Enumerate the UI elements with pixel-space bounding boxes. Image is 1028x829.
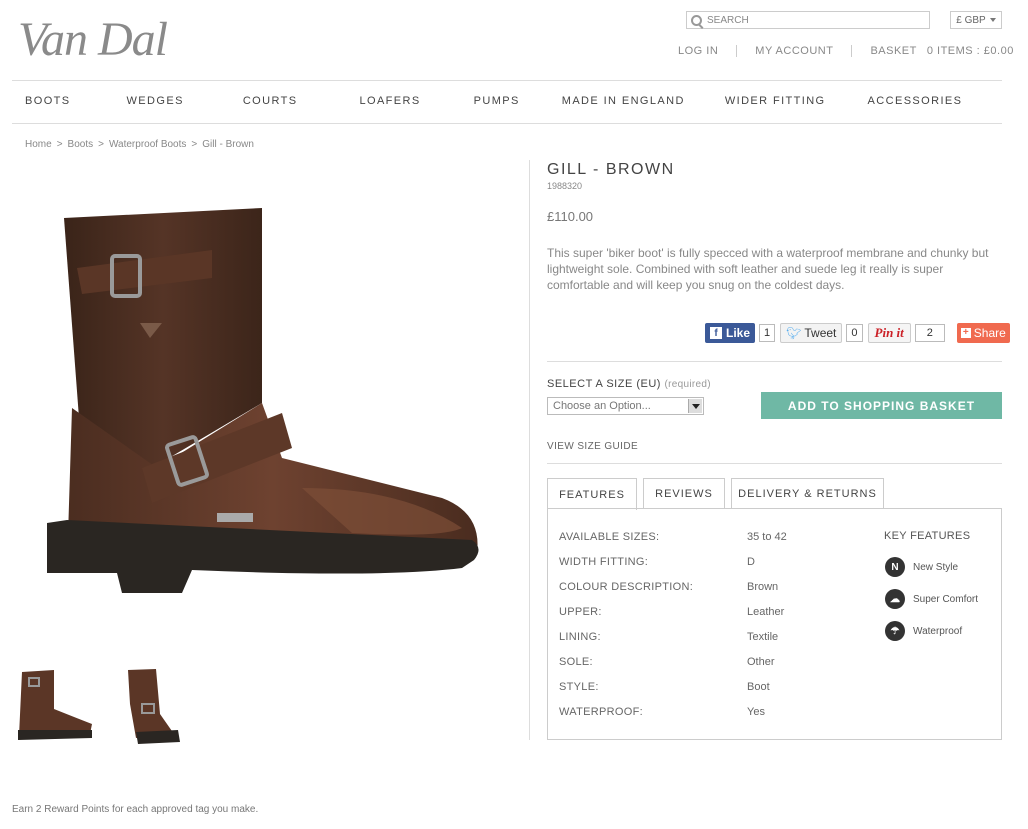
twitter-icon: 🐦︎ — [786, 326, 802, 340]
spec-value: Leather — [747, 606, 785, 618]
key-features-title: KEY FEATURES — [884, 530, 971, 542]
social-bar: f Like 1 🐦︎ Tweet 0 Pin it 2 + Share — [705, 323, 1010, 343]
spec-value: Boot — [747, 681, 770, 693]
breadcrumb-waterproof-boots[interactable]: Waterproof Boots — [109, 139, 186, 150]
nav-item-courts[interactable]: COURTS — [243, 95, 298, 107]
spec-value: Textile — [747, 631, 779, 643]
spec-label: COLOUR DESCRIPTION: — [559, 581, 694, 593]
spec-value: Other — [747, 656, 775, 668]
size-select-value: Choose an Option... — [553, 400, 651, 412]
plus-icon: + — [960, 328, 971, 338]
spec-label: AVAILABLE SIZES: — [559, 531, 660, 543]
new-style-icon: N — [885, 557, 905, 577]
nav-item-pumps[interactable]: PUMPS — [474, 95, 520, 107]
product-thumbnail-1[interactable] — [14, 664, 96, 746]
tweet-label: Tweet — [804, 326, 837, 340]
size-guide-link[interactable]: VIEW SIZE GUIDE — [547, 441, 638, 452]
search-input[interactable] — [707, 14, 907, 26]
tab-reviews[interactable]: REVIEWS — [643, 478, 725, 509]
share-button[interactable]: + Share — [956, 323, 1010, 343]
key-feature-label: Super Comfort — [913, 593, 979, 605]
search-box[interactable] — [686, 11, 930, 29]
nav-item-loafers[interactable]: LOAFERS — [359, 95, 420, 107]
size-label: SELECT A SIZE (EU) (required) — [547, 378, 711, 390]
spec-label: WIDTH FITTING: — [559, 556, 649, 568]
features-panel: KEY FEATURES AVAILABLE SIZES: 35 to 42 WID… — [547, 508, 1002, 740]
column-divider — [529, 160, 530, 740]
spec-label: SOLE: — [559, 656, 593, 668]
currency-label: £ GBP — [956, 14, 986, 26]
add-to-basket-button[interactable]: ADD TO SHOPPING BASKET — [761, 392, 1002, 419]
product-main-image[interactable] — [22, 168, 517, 658]
size-required: (required) — [664, 379, 711, 390]
basket-summary[interactable]: 0 ITEMS : £0.00 — [927, 45, 1014, 57]
waterproof-icon: ☂ — [885, 621, 905, 641]
tweet-button[interactable]: 🐦︎ Tweet — [780, 323, 843, 343]
spec-label: WATERPROOF: — [559, 706, 643, 718]
pinterest-count: 2 — [914, 324, 945, 342]
logo[interactable]: Van Dal — [18, 12, 168, 67]
super-comfort-icon: ☁ — [885, 589, 905, 609]
spec-value: Yes — [747, 706, 765, 718]
spec-label: UPPER: — [559, 606, 602, 618]
spec-value: 35 to 42 — [747, 531, 787, 543]
nav-item-wider-fitting[interactable]: WIDER FITTING — [725, 95, 826, 107]
facebook-icon: f — [710, 327, 722, 339]
tab-delivery-returns[interactable]: DELIVERY & RETURNS — [731, 478, 884, 509]
login-link[interactable]: LOG IN — [660, 45, 736, 57]
spec-label: LINING: — [559, 631, 601, 643]
tweet-count: 0 — [846, 324, 863, 342]
key-feature-label: New Style — [913, 561, 959, 573]
key-feature: ☂ Waterproof — [885, 621, 962, 641]
product-tabs: FEATURES REVIEWS DELIVERY & RETURNS — [547, 478, 890, 510]
breadcrumb: Home > Boots > Waterproof Boots > Gill - Brown — [25, 139, 254, 150]
product-price: £110.00 — [547, 209, 594, 224]
breadcrumb-current: Gill - Brown — [202, 139, 254, 150]
breadcrumb-home[interactable]: Home — [25, 139, 52, 150]
facebook-like-count: 1 — [759, 324, 776, 342]
chevron-down-icon — [989, 18, 996, 22]
size-label-text: SELECT A SIZE (EU) — [547, 378, 661, 390]
key-feature: ☁ Super Comfort — [885, 589, 978, 609]
product-thumbnail-2[interactable] — [116, 664, 198, 746]
currency-select[interactable]: £ GBP — [950, 11, 1002, 29]
spec-value: D — [747, 556, 755, 568]
key-feature: N New Style — [885, 557, 958, 577]
nav-item-made-in-england[interactable]: MADE IN ENGLAND — [562, 95, 685, 107]
top-links: LOG IN MY ACCOUNT BASKET 0 ITEMS : £0.00 — [660, 45, 1014, 57]
reward-points-note: Earn 2 Reward Points for each approved t… — [12, 804, 259, 815]
pinterest-button[interactable]: Pin it — [867, 323, 911, 343]
search-icon — [691, 14, 702, 26]
divider — [547, 463, 1002, 464]
nav-item-wedges[interactable]: WEDGES — [127, 95, 184, 107]
size-select[interactable]: Choose an Option... — [547, 397, 704, 415]
product-title: GILL - BROWN — [547, 161, 675, 178]
tab-features[interactable]: FEATURES — [547, 478, 637, 510]
breadcrumb-boots[interactable]: Boots — [68, 139, 94, 150]
nav-divider — [12, 123, 1002, 124]
chevron-down-icon — [688, 399, 702, 413]
my-account-link[interactable]: MY ACCOUNT — [737, 45, 851, 57]
spec-value: Brown — [747, 581, 779, 593]
product-sku: 1988320 — [547, 181, 583, 191]
product-description: This super 'biker boot' is fully specced… — [547, 246, 989, 292]
divider — [547, 361, 1002, 362]
spec-label: STYLE: — [559, 681, 599, 693]
facebook-like-button[interactable]: f Like — [705, 323, 756, 343]
key-feature-label: Waterproof — [913, 625, 963, 637]
header-divider — [12, 80, 1002, 81]
basket-link[interactable]: BASKET — [852, 45, 926, 57]
nav-item-boots[interactable]: BOOTS — [25, 95, 71, 107]
facebook-like-label: Like — [726, 326, 751, 340]
nav-item-accessories[interactable]: ACCESSORIES — [868, 95, 963, 107]
share-label: Share — [973, 326, 1006, 340]
main-nav: BOOTS WEDGES COURTS LOAFERS PUMPS MADE IN ENG… — [25, 95, 1028, 107]
